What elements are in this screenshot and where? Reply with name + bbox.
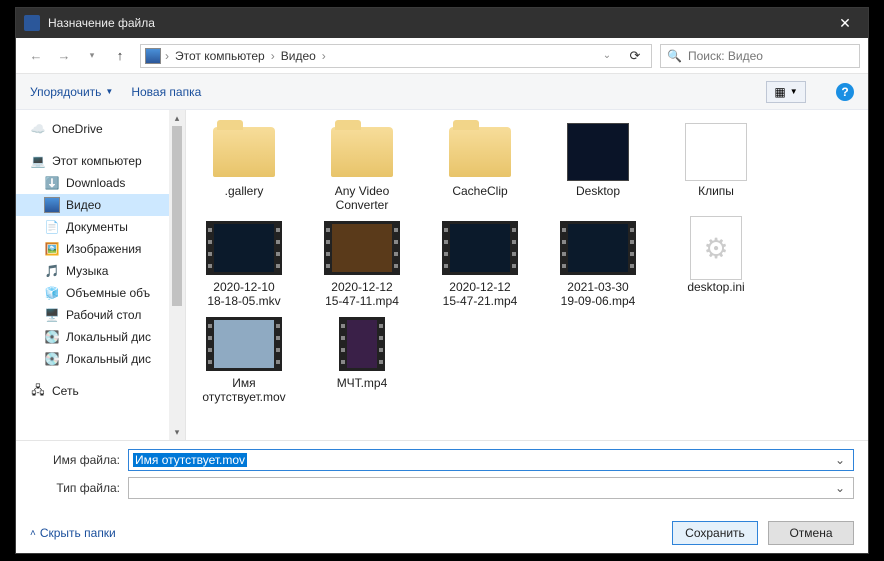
sidebar: ☁️OneDrive 💻Этот компьютер ⬇️Downloads В… xyxy=(16,110,186,440)
sidebar-item-localdisk-1[interactable]: 💽Локальный дис xyxy=(16,326,185,348)
drive-icon: 💽 xyxy=(44,351,60,367)
scroll-down-icon[interactable]: ▾ xyxy=(169,424,185,440)
pc-icon: 💻 xyxy=(30,153,46,169)
video-thumb-icon xyxy=(206,221,282,275)
folder-item[interactable]: Desktop xyxy=(548,122,648,212)
chevron-down-icon: ▼ xyxy=(790,87,798,96)
music-icon: 🎵 xyxy=(44,263,60,279)
save-button[interactable]: Сохранить xyxy=(672,521,758,545)
search-placeholder: Поиск: Видео xyxy=(688,49,763,63)
folder-item[interactable]: .gallery xyxy=(194,122,294,212)
ini-file-item[interactable]: ⚙desktop.ini xyxy=(666,218,766,308)
folder-item[interactable]: Клипы xyxy=(666,122,766,212)
sidebar-item-documents[interactable]: 📄Документы xyxy=(16,216,185,238)
cancel-button[interactable]: Отмена xyxy=(768,521,854,545)
titlebar[interactable]: Назначение файла ✕ xyxy=(16,8,868,38)
video-thumb-icon xyxy=(560,221,636,275)
toolbar: Упорядочить ▼ Новая папка ▦ ▼ ? xyxy=(16,74,868,110)
chevron-right-icon[interactable]: › xyxy=(165,49,169,63)
scroll-thumb[interactable] xyxy=(172,126,182,306)
gear-file-icon: ⚙ xyxy=(690,216,742,280)
desktop-icon: 🖥️ xyxy=(44,307,60,323)
video-file-item[interactable]: МЧТ.mp4 xyxy=(312,314,412,404)
breadcrumb-root[interactable]: Этот компьютер xyxy=(173,49,267,63)
organize-menu[interactable]: Упорядочить ▼ xyxy=(30,85,113,99)
view-options-button[interactable]: ▦ ▼ xyxy=(766,81,806,103)
filetype-select[interactable]: ⌄ xyxy=(128,477,854,499)
chevron-down-icon: ▼ xyxy=(105,87,113,96)
up-icon[interactable]: ↑ xyxy=(108,44,132,68)
sidebar-scrollbar[interactable]: ▴ ▾ xyxy=(169,110,185,440)
sidebar-item-thispc[interactable]: 💻Этот компьютер xyxy=(16,150,185,172)
chevron-right-icon[interactable]: › xyxy=(271,49,275,63)
search-input[interactable]: 🔍 Поиск: Видео xyxy=(660,44,860,68)
folder-icon xyxy=(449,127,511,177)
filename-value: Имя отутствует.mov xyxy=(133,453,247,467)
view-icon: ▦ xyxy=(774,85,785,99)
video-file-item[interactable]: 2020-12-1215-47-11.mp4 xyxy=(312,218,412,308)
folder-icon xyxy=(331,127,393,177)
chevron-down-icon[interactable]: ⌄ xyxy=(831,453,849,467)
address-dropdown-icon[interactable]: ⌄ xyxy=(595,44,619,68)
sidebar-item-onedrive[interactable]: ☁️OneDrive xyxy=(16,118,185,140)
help-icon[interactable]: ? xyxy=(836,83,854,101)
video-file-item[interactable]: 2020-12-1215-47-21.mp4 xyxy=(430,218,530,308)
sidebar-item-localdisk-2[interactable]: 💽Локальный дис xyxy=(16,348,185,370)
app-icon xyxy=(24,15,40,31)
cube-icon: 🧊 xyxy=(44,285,60,301)
back-icon[interactable]: ← xyxy=(24,44,48,68)
footer: ˄ Скрыть папки Сохранить Отмена xyxy=(16,505,868,553)
new-folder-button[interactable]: Новая папка xyxy=(131,85,201,99)
search-icon: 🔍 xyxy=(667,49,682,63)
documents-icon: 📄 xyxy=(44,219,60,235)
sidebar-item-video[interactable]: Видео xyxy=(16,194,185,216)
desktop-thumb-icon xyxy=(567,123,629,181)
chevron-down-icon[interactable]: ⌄ xyxy=(831,481,849,495)
folder-thumb-icon xyxy=(685,123,747,181)
video-thumb-icon xyxy=(324,221,400,275)
filename-panel: Имя файла: Имя отутствует.mov ⌄ Тип файл… xyxy=(16,440,868,499)
network-icon: 🖧 xyxy=(30,383,46,399)
window-title: Назначение файла xyxy=(48,16,822,30)
sidebar-item-desktop[interactable]: 🖥️Рабочий стол xyxy=(16,304,185,326)
folder-item[interactable]: Any Video Converter xyxy=(312,122,412,212)
chevron-right-icon[interactable]: › xyxy=(322,49,326,63)
nav-bar: ← → ▾ ↑ › Этот компьютер › Видео › ⌄ ⟳ 🔍… xyxy=(16,38,868,74)
downloads-icon: ⬇️ xyxy=(44,175,60,191)
video-library-icon xyxy=(145,48,161,64)
save-dialog: Назначение файла ✕ ← → ▾ ↑ › Этот компью… xyxy=(15,7,869,554)
video-thumb-icon xyxy=(442,221,518,275)
scroll-up-icon[interactable]: ▴ xyxy=(169,110,185,126)
folder-icon xyxy=(213,127,275,177)
video-file-item[interactable]: Имяотутствует.mov xyxy=(194,314,294,404)
sidebar-item-3dobjects[interactable]: 🧊Объемные объ xyxy=(16,282,185,304)
video-icon xyxy=(44,197,60,213)
sidebar-item-downloads[interactable]: ⬇️Downloads xyxy=(16,172,185,194)
video-thumb-icon xyxy=(206,317,282,371)
filename-input[interactable]: Имя отутствует.mov ⌄ xyxy=(128,449,854,471)
recent-dropdown-icon[interactable]: ▾ xyxy=(80,44,104,68)
onedrive-icon: ☁️ xyxy=(30,121,46,137)
refresh-icon[interactable]: ⟳ xyxy=(623,44,647,68)
drive-icon: 💽 xyxy=(44,329,60,345)
video-file-item[interactable]: 2021-03-3019-09-06.mp4 xyxy=(548,218,648,308)
sidebar-item-images[interactable]: 🖼️Изображения xyxy=(16,238,185,260)
sidebar-item-music[interactable]: 🎵Музыка xyxy=(16,260,185,282)
folder-item[interactable]: CacheClip xyxy=(430,122,530,212)
forward-icon: → xyxy=(52,44,76,68)
sidebar-item-network[interactable]: 🖧Сеть xyxy=(16,380,185,402)
video-thumb-icon xyxy=(339,317,385,371)
images-icon: 🖼️ xyxy=(44,241,60,257)
chevron-up-icon: ˄ xyxy=(30,528,36,539)
breadcrumb-folder[interactable]: Видео xyxy=(279,49,318,63)
address-bar[interactable]: › Этот компьютер › Видео › ⌄ ⟳ xyxy=(140,44,652,68)
video-file-item[interactable]: 2020-12-1018-18-05.mkv xyxy=(194,218,294,308)
hide-folders-toggle[interactable]: ˄ Скрыть папки xyxy=(30,526,116,540)
filetype-label: Тип файла: xyxy=(30,481,120,495)
close-icon[interactable]: ✕ xyxy=(822,8,868,38)
file-grid: .gallery Any Video Converter CacheClip D… xyxy=(186,110,868,440)
filename-label: Имя файла: xyxy=(30,453,120,467)
